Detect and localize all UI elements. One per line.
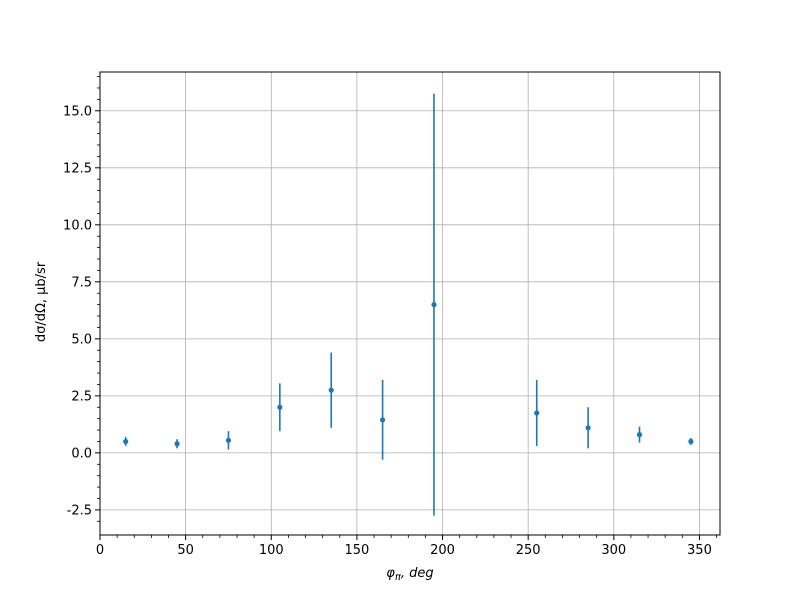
x-axis-label: φπ, deg xyxy=(386,566,433,583)
y-tick-label: 7.5 xyxy=(71,275,92,290)
data-point xyxy=(225,437,232,443)
y-tick-label: 0.0 xyxy=(71,446,92,461)
y-tick-label: 5.0 xyxy=(71,332,92,347)
data-point xyxy=(328,387,334,393)
x-tick-label: 250 xyxy=(516,543,541,558)
y-tick-label: -2.5 xyxy=(67,503,92,518)
y-axis-label: dσ/dΩ, μb/sr xyxy=(34,261,49,342)
y-tick-label: 10.0 xyxy=(63,218,92,233)
x-tick-label: 0 xyxy=(96,543,104,558)
y-tick-label: 12.5 xyxy=(63,161,92,176)
chart: 0 50 100 150 200 250 300 350 -2.5 0.0 2.5 5.0 7.5 10… xyxy=(0,0,800,600)
data-point xyxy=(585,425,591,431)
data-point xyxy=(174,441,180,447)
y-tick-label: 2.5 xyxy=(71,389,92,404)
data-point xyxy=(534,410,540,416)
x-tick-label: 350 xyxy=(687,543,712,558)
x-tick-label: 100 xyxy=(259,543,284,558)
data-point xyxy=(379,417,386,423)
data-point xyxy=(277,404,283,410)
plot-area xyxy=(100,72,720,535)
x-tick-label: 300 xyxy=(601,543,626,558)
x-tick-label: 50 xyxy=(177,543,194,558)
data-point xyxy=(123,438,129,445)
data-point xyxy=(431,302,437,308)
y-tick-label: 15.0 xyxy=(63,104,92,119)
data-point xyxy=(636,432,643,438)
x-tick-label: 200 xyxy=(430,543,455,558)
data-point xyxy=(688,438,694,445)
x-tick-label: 150 xyxy=(344,543,369,558)
